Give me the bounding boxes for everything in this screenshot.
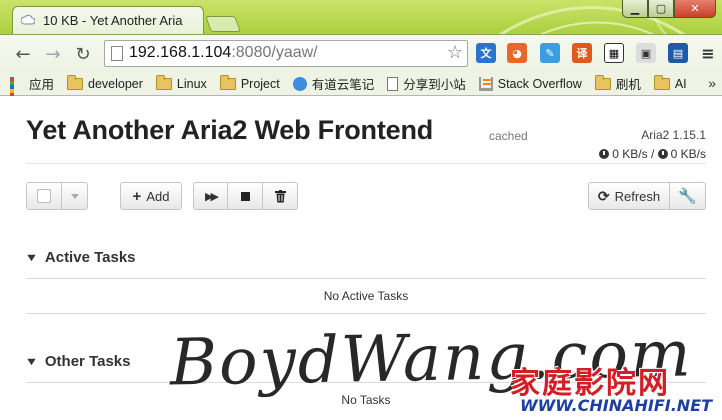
tab-title: 10 KB - Yet Another Aria <box>43 13 183 28</box>
page-icon <box>111 46 123 61</box>
new-tab-button[interactable] <box>205 16 241 32</box>
other-tasks-header[interactable]: ▼ Other Tasks <box>24 353 130 370</box>
chevron-down-icon <box>70 193 79 199</box>
bookmark-youdao[interactable]: 有道云笔记 <box>292 74 374 93</box>
page-title: Yet Another Aria2 Web Frontend <box>26 115 434 145</box>
pause-button[interactable] <box>228 182 263 210</box>
download-speed: 0 KB/s <box>612 147 648 161</box>
extension-pen-icon[interactable]: ✎ <box>540 43 560 63</box>
delete-button[interactable] <box>263 182 298 210</box>
select-all-checkbox[interactable] <box>26 182 62 210</box>
folder-icon <box>155 74 172 90</box>
stop-icon <box>240 191 250 201</box>
translate-icon[interactable]: 文 <box>476 43 496 63</box>
cloud-icon <box>21 14 35 25</box>
refresh-button[interactable]: ⟳ Refresh <box>588 182 670 210</box>
folder-icon <box>67 74 84 90</box>
checkbox-icon <box>37 189 51 203</box>
more-bookmarks-icon[interactable]: » <box>708 75 716 91</box>
upload-speed-icon <box>657 149 668 159</box>
close-icon[interactable]: ✕ <box>674 0 716 18</box>
reload-icon[interactable]: ↻ <box>72 43 94 65</box>
settings-button[interactable]: 🔧 <box>670 182 706 210</box>
extension-book-icon[interactable]: ▤ <box>668 43 688 63</box>
fast-forward-icon: ▶▶ <box>205 190 219 203</box>
select-dropdown-button[interactable] <box>62 182 88 210</box>
stackoverflow-icon <box>478 76 493 91</box>
active-tasks-bottom-divider <box>26 313 706 314</box>
start-button[interactable]: ▶▶ <box>193 182 228 210</box>
wrench-icon: 🔧 <box>678 188 697 205</box>
youdao-icon <box>292 76 307 91</box>
folder-icon <box>219 74 236 90</box>
bookmark-project[interactable]: Project <box>219 74 280 91</box>
active-tasks-empty: No Active Tasks <box>323 289 409 303</box>
cached-label: cached <box>489 129 528 143</box>
page-icon <box>387 76 399 91</box>
forward-icon[interactable]: → <box>42 43 64 65</box>
address-bar[interactable]: 192.168.1.104:8080/yaaw/ ☆ <box>104 40 468 67</box>
bookmark-star-icon[interactable]: ☆ <box>447 42 463 63</box>
back-icon[interactable]: ← <box>12 43 34 65</box>
minimize-icon[interactable]: ▁ <box>622 0 648 18</box>
bookmarks-bar: 应用 developer Linux Project 有道云笔记 分享到小站 S… <box>0 72 722 96</box>
url-text[interactable]: 192.168.1.104:8080/yaaw/ <box>129 44 318 62</box>
bookmark-apps[interactable]: 应用 <box>10 74 54 96</box>
chevron-down-icon: ▼ <box>24 355 39 368</box>
menu-icon[interactable]: ≡ <box>698 43 718 63</box>
bookmark-developer[interactable]: developer <box>67 74 143 91</box>
qrcode-icon[interactable]: ▦ <box>604 43 624 63</box>
bookmark-ai[interactable]: AI <box>653 74 687 91</box>
add-button[interactable]: + Add <box>120 182 182 210</box>
trash-icon <box>274 189 286 202</box>
browser-toolbar: ← → ↻ 192.168.1.104:8080/yaaw/ ☆ 文 ◕ ✎ 译… <box>0 34 722 72</box>
extension-box-icon[interactable]: ▣ <box>636 43 656 63</box>
extension-translate-icon[interactable]: 译 <box>572 43 592 63</box>
browser-frame: 10 KB - Yet Another Aria ▁ ▢ ✕ ← → ↻ 192… <box>0 0 722 96</box>
refresh-icon: ⟳ <box>597 187 610 204</box>
bookmark-share[interactable]: 分享到小站 <box>387 74 466 93</box>
browser-tab[interactable]: 10 KB - Yet Another Aria <box>12 6 204 34</box>
plus-icon: + <box>132 187 142 205</box>
active-tasks-divider <box>26 278 706 279</box>
bookmark-stackoverflow[interactable]: Stack Overflow <box>478 76 582 91</box>
title-divider <box>26 163 706 164</box>
bookmark-linux[interactable]: Linux <box>155 74 207 91</box>
active-tasks-header[interactable]: ▼ Active Tasks <box>24 249 135 266</box>
window-controls: ▁ ▢ ✕ <box>622 0 716 18</box>
site-url-watermark: WWW.CHINAHIFI.NET <box>520 396 713 415</box>
speed-indicator: 0 KB/s / 0 KB/s <box>599 147 706 161</box>
bookmark-flash[interactable]: 刷机 <box>594 74 641 93</box>
apps-icon <box>10 76 24 96</box>
chevron-down-icon: ▼ <box>24 251 39 264</box>
folder-icon <box>594 74 611 90</box>
aria2-version: Aria2 1.15.1 <box>641 128 706 142</box>
maximize-icon[interactable]: ▢ <box>648 0 674 18</box>
upload-speed: 0 KB/s <box>670 147 706 161</box>
download-speed-icon <box>599 149 610 159</box>
folder-icon <box>653 74 670 90</box>
extension-face-icon[interactable]: ◕ <box>507 43 527 63</box>
